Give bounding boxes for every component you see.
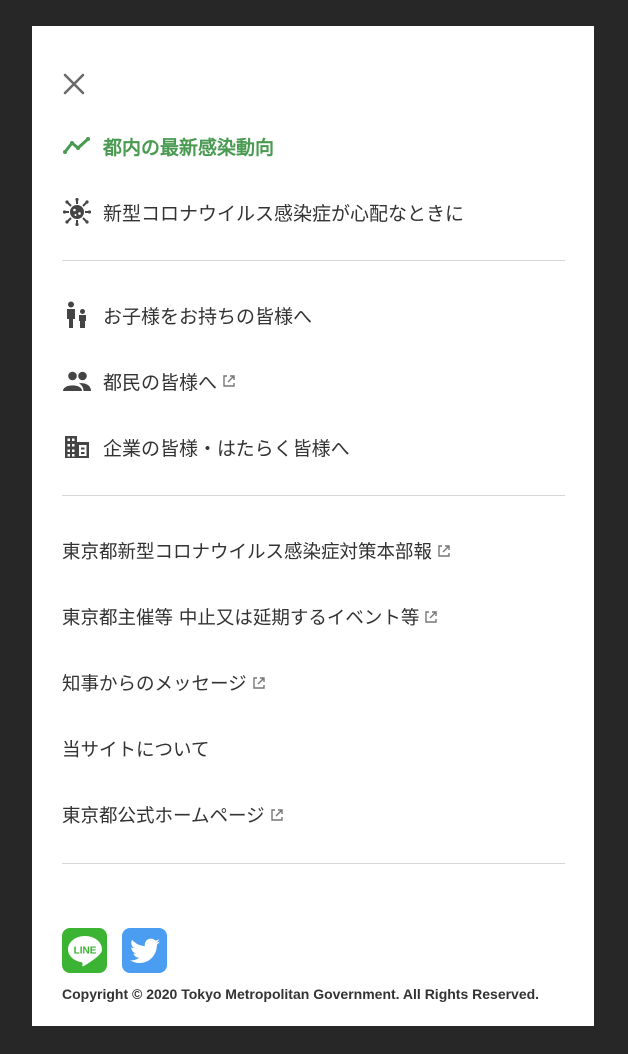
close-button[interactable] [62, 72, 86, 96]
link-label: 東京都主催等 中止又は延期するイベント等 [62, 608, 420, 629]
link-label: 東京都新型コロナウイルス感染症対策本部報 [62, 542, 433, 563]
link-label: 当サイトについて [62, 740, 210, 761]
nav-item-label: 都内の最新感染動向 [103, 136, 275, 159]
nav-item-parents[interactable]: お子様をお持ちの皆様へ [62, 298, 312, 332]
external-link-icon [221, 373, 237, 389]
nav-item-businesses[interactable]: 企業の皆様・はたらく皆様へ [62, 430, 350, 464]
link-cancelled-events[interactable]: 東京都主催等 中止又は延期するイベント等 [62, 602, 439, 632]
nav-item-label: 新型コロナウイルス感染症が心配なときに [103, 202, 465, 225]
line-button[interactable]: LINE [62, 928, 107, 973]
divider [62, 863, 565, 864]
external-link-icon [436, 543, 452, 559]
nav-item-latest-trends[interactable]: 都内の最新感染動向 [62, 129, 274, 163]
nav-item-worried[interactable]: 新型コロナウイルス感染症が心配なときに [62, 195, 464, 229]
divider [62, 260, 565, 261]
twitter-bird-icon [129, 938, 160, 963]
twitter-button[interactable] [122, 928, 167, 973]
close-icon [63, 73, 85, 95]
external-link-icon [423, 609, 439, 625]
nav-item-residents[interactable]: 都民の皆様へ [62, 364, 237, 398]
link-label: 知事からのメッセージ [62, 674, 247, 695]
trend-chart-icon [62, 131, 92, 161]
link-official-homepage[interactable]: 東京都公式ホームページ [62, 800, 285, 830]
virus-icon [62, 197, 92, 227]
divider [62, 495, 565, 496]
svg-text:LINE: LINE [73, 945, 96, 956]
nav-item-label: 企業の皆様・はたらく皆様へ [103, 437, 350, 460]
parent-child-icon [62, 300, 92, 330]
link-governor-message[interactable]: 知事からのメッセージ [62, 668, 267, 698]
nav-item-label: 都民の皆様へ [103, 371, 218, 394]
external-link-icon [251, 675, 267, 691]
link-about-site[interactable]: 当サイトについて [62, 734, 209, 764]
copyright-text: Copyright © 2020 Tokyo Metropolitan Gove… [62, 986, 540, 1002]
line-logo-icon: LINE [67, 935, 102, 966]
external-link-icon [269, 807, 285, 823]
link-headquarters-report[interactable]: 東京都新型コロナウイルス感染症対策本部報 [62, 536, 452, 566]
side-menu-panel: 都内の最新感染動向 新型コロナウイルス感染症が心配なときに お子様をお持ちの皆様… [32, 26, 594, 1026]
link-label: 東京都公式ホームページ [62, 806, 265, 827]
people-icon [62, 366, 92, 396]
building-icon [62, 432, 92, 462]
nav-item-label: お子様をお持ちの皆様へ [103, 305, 313, 328]
